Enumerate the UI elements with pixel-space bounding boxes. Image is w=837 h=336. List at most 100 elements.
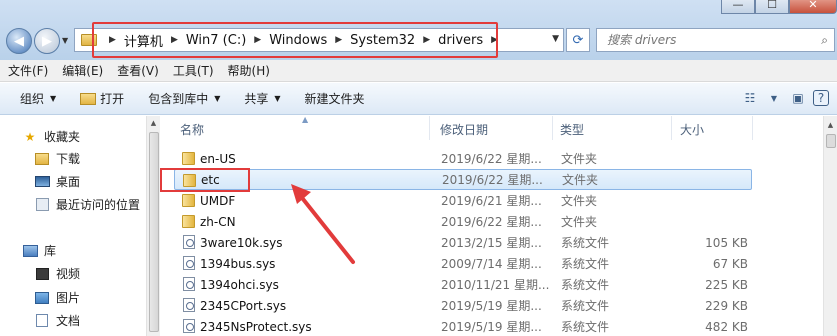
recent-pages-dropdown[interactable]: ▼ bbox=[62, 36, 68, 45]
sidebar-item-pictures[interactable]: 图片 bbox=[34, 289, 80, 306]
file-size: 482 KB bbox=[705, 319, 748, 334]
sidebar-item-label: 图片 bbox=[56, 291, 81, 305]
file-name: 1394ohci.sys bbox=[200, 277, 279, 292]
share-button[interactable]: 共享 ▼ bbox=[244, 90, 280, 107]
breadcrumb-system32[interactable]: System32 bbox=[350, 33, 415, 48]
file-row[interactable]: en-US 2019/6/22 星期... 文件夹 bbox=[174, 148, 752, 169]
file-date: 2019/6/22 星期... bbox=[442, 173, 543, 187]
close-button[interactable]: ✕ bbox=[789, 0, 837, 14]
maximize-button[interactable]: ☐ bbox=[755, 0, 789, 14]
column-size[interactable]: 大小 bbox=[680, 121, 704, 138]
scroll-up-icon[interactable]: ▲ bbox=[147, 116, 160, 127]
sidebar-item-label: 文档 bbox=[56, 314, 81, 328]
file-type: 系统文件 bbox=[561, 320, 610, 334]
file-size: 67 KB bbox=[712, 256, 748, 271]
menu-file[interactable]: 文件(F) bbox=[8, 62, 48, 79]
system-file-icon bbox=[183, 319, 195, 333]
pictures-icon bbox=[34, 291, 50, 305]
menu-help[interactable]: 帮助(H) bbox=[228, 62, 270, 79]
forward-arrow-icon: ▶ bbox=[42, 33, 52, 49]
sidebar-item-libraries[interactable]: 库 bbox=[22, 242, 56, 259]
sidebar-item-favorites[interactable]: ★ 收藏夹 bbox=[22, 128, 80, 145]
open-folder-icon bbox=[80, 92, 97, 105]
open-button[interactable]: 打开 bbox=[80, 90, 124, 107]
menu-edit[interactable]: 编辑(E) bbox=[62, 62, 103, 79]
system-file-icon bbox=[183, 298, 195, 312]
chevron-down-icon: ▼ bbox=[50, 94, 57, 103]
address-history-dropdown[interactable]: ▼ bbox=[552, 34, 559, 44]
breadcrumb-separator[interactable]: ▶ bbox=[335, 35, 342, 45]
folder-icon bbox=[182, 152, 195, 165]
sidebar-scrollbar[interactable]: ▲ bbox=[146, 116, 160, 336]
column-name[interactable]: 名称 bbox=[180, 121, 204, 138]
organize-button[interactable]: 组织 ▼ bbox=[20, 90, 56, 107]
file-list: ▲ 名称 修改日期 类型 大小 en-US 2019/6/22 星期... 文件… bbox=[166, 115, 823, 336]
file-name: 1394bus.sys bbox=[200, 256, 276, 271]
help-icon[interactable]: ? bbox=[813, 90, 829, 106]
breadcrumb-drive[interactable]: Win7 (C:) bbox=[186, 33, 246, 48]
minimize-button[interactable]: — bbox=[721, 0, 755, 14]
back-button[interactable]: ◀ bbox=[6, 28, 32, 54]
downloads-folder-icon bbox=[34, 152, 50, 166]
file-row[interactable]: 3ware10k.sys 2013/2/15 星期... 系统文件 105 KB bbox=[174, 232, 752, 253]
file-row[interactable]: zh-CN 2019/6/22 星期... 文件夹 bbox=[174, 211, 752, 232]
scrollbar-thumb[interactable] bbox=[826, 134, 836, 148]
new-folder-button[interactable]: 新建文件夹 bbox=[305, 90, 365, 107]
scroll-up-icon[interactable]: ▲ bbox=[824, 116, 837, 129]
menu-view[interactable]: 查看(V) bbox=[117, 62, 159, 79]
sidebar-item-videos[interactable]: 视频 bbox=[34, 265, 80, 282]
file-row[interactable]: UMDF 2019/6/21 星期... 文件夹 bbox=[174, 190, 752, 211]
include-in-library-button[interactable]: 包含到库中 ▼ bbox=[148, 90, 220, 107]
chevron-down-icon: ▼ bbox=[274, 94, 281, 103]
file-row[interactable]: 2345NsProtect.sys 2019/5/19 星期... 系统文件 4… bbox=[174, 316, 752, 336]
column-divider[interactable] bbox=[671, 116, 672, 140]
breadcrumb-separator[interactable]: ▶ bbox=[171, 35, 178, 45]
view-options-icon[interactable]: ☷ bbox=[741, 89, 759, 107]
breadcrumb-windows[interactable]: Windows bbox=[269, 33, 327, 48]
window-controls: — ☐ ✕ bbox=[721, 0, 837, 16]
address-bar[interactable]: ▶ 计算机 ▶ Win7 (C:) ▶ Windows ▶ System32 ▶… bbox=[74, 28, 564, 52]
refresh-icon: ⟳ bbox=[572, 32, 584, 48]
file-type: 文件夹 bbox=[562, 173, 599, 187]
file-name: etc bbox=[201, 172, 220, 187]
file-row[interactable]: 1394ohci.sys 2010/11/21 星期... 系统文件 225 K… bbox=[174, 274, 752, 295]
sidebar-item-recent-places[interactable]: 最近访问的位置 bbox=[34, 196, 140, 213]
file-list-scrollbar[interactable]: ▲ bbox=[823, 116, 837, 336]
column-headers: ▲ 名称 修改日期 类型 大小 bbox=[166, 115, 823, 141]
search-icon[interactable]: ⌕ bbox=[821, 33, 828, 48]
menu-bar: 文件(F) 编辑(E) 查看(V) 工具(T) 帮助(H) bbox=[0, 60, 837, 82]
refresh-button[interactable]: ⟳ bbox=[566, 28, 590, 52]
search-box[interactable]: ⌕ bbox=[596, 28, 835, 52]
column-modified[interactable]: 修改日期 bbox=[440, 121, 488, 138]
file-row[interactable]: 1394bus.sys 2009/7/14 星期... 系统文件 67 KB bbox=[174, 253, 752, 274]
chevron-down-icon[interactable]: ▼ bbox=[765, 89, 783, 107]
file-row-selected[interactable]: etc 2019/6/22 星期... 文件夹 bbox=[174, 169, 752, 190]
command-bar: 组织 ▼ 打开 包含到库中 ▼ 共享 ▼ 新建文件夹 ☷ ▼ ▣ ? bbox=[0, 83, 837, 115]
file-date: 2019/6/21 星期... bbox=[441, 194, 542, 208]
preview-pane-icon[interactable]: ▣ bbox=[789, 89, 807, 107]
share-label: 共享 bbox=[244, 92, 269, 106]
file-date: 2013/2/15 星期... bbox=[441, 236, 542, 250]
breadcrumb-drivers[interactable]: drivers bbox=[438, 33, 483, 48]
breadcrumb: ▶ 计算机 ▶ Win7 (C:) ▶ Windows ▶ System32 ▶… bbox=[101, 31, 506, 50]
file-name: UMDF bbox=[200, 193, 236, 208]
breadcrumb-separator[interactable]: ▶ bbox=[423, 35, 430, 45]
search-input[interactable] bbox=[607, 33, 807, 47]
sidebar-item-documents[interactable]: 文档 bbox=[34, 312, 80, 329]
breadcrumb-separator[interactable]: ▶ bbox=[491, 35, 498, 45]
column-divider[interactable] bbox=[429, 116, 430, 140]
star-icon: ★ bbox=[24, 129, 36, 144]
breadcrumb-separator[interactable]: ▶ bbox=[254, 35, 261, 45]
breadcrumb-separator[interactable]: ▶ bbox=[109, 35, 116, 45]
breadcrumb-computer[interactable]: 计算机 bbox=[124, 31, 163, 50]
scrollbar-thumb[interactable] bbox=[149, 132, 159, 332]
sidebar-item-desktop[interactable]: 桌面 bbox=[34, 173, 80, 190]
column-divider[interactable] bbox=[752, 116, 753, 140]
file-row[interactable]: 2345CPort.sys 2019/5/19 星期... 系统文件 229 K… bbox=[174, 295, 752, 316]
forward-button[interactable]: ▶ bbox=[34, 28, 60, 54]
recent-places-icon bbox=[34, 198, 50, 212]
sidebar-item-downloads[interactable]: 下载 bbox=[34, 150, 80, 167]
column-type[interactable]: 类型 bbox=[560, 121, 584, 138]
menu-tools[interactable]: 工具(T) bbox=[173, 62, 214, 79]
column-divider[interactable] bbox=[552, 116, 553, 140]
